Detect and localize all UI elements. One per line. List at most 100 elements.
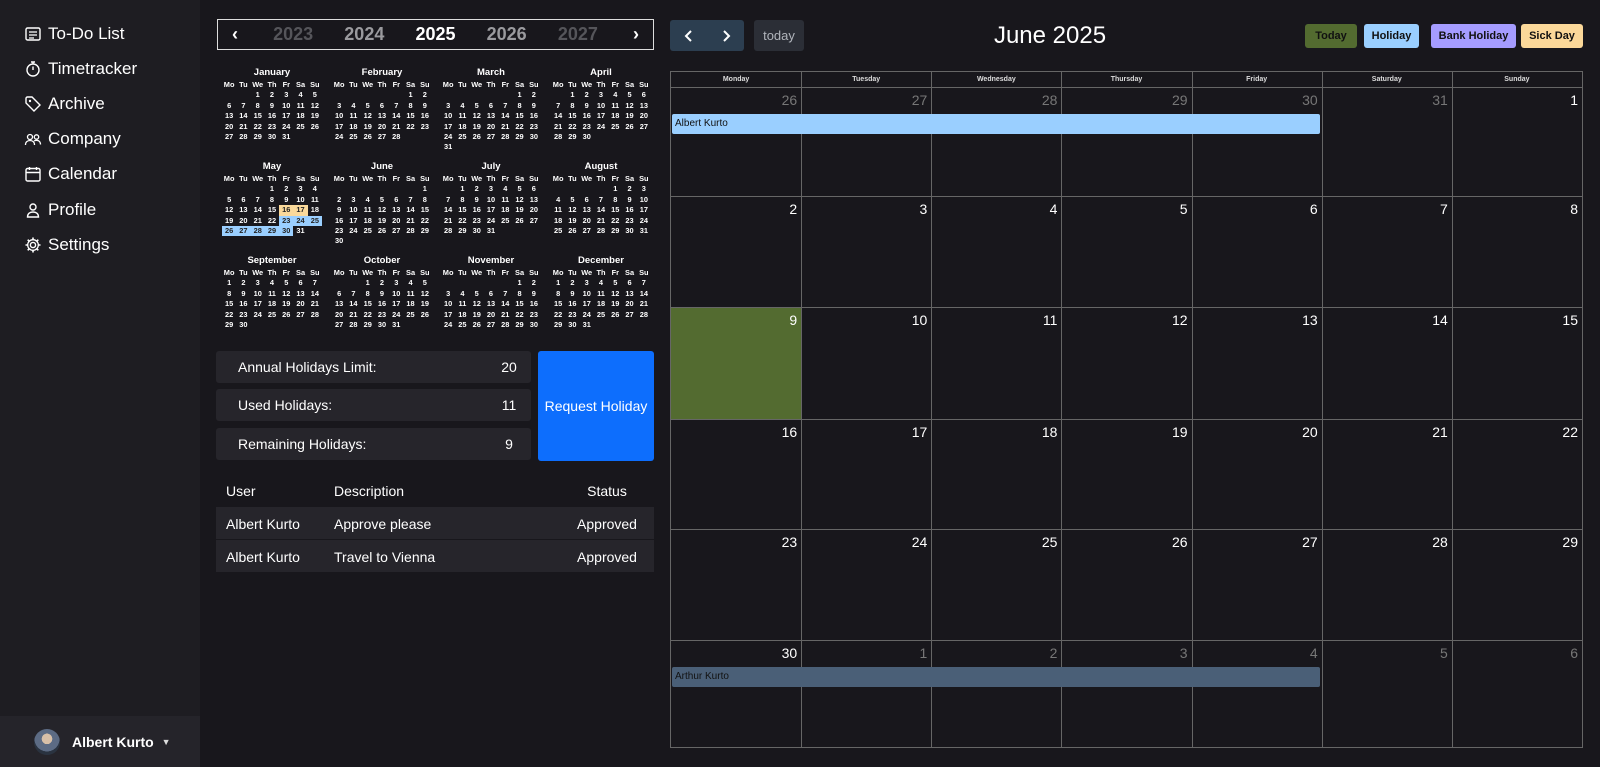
mini-day[interactable]: 29 bbox=[222, 320, 236, 330]
mini-day[interactable]: 24 bbox=[441, 320, 455, 330]
day-number[interactable]: 6 bbox=[1538, 645, 1578, 661]
mini-day[interactable]: 14 bbox=[389, 111, 403, 121]
mini-day[interactable]: 4 bbox=[455, 101, 469, 111]
mini-day[interactable]: 23 bbox=[527, 310, 541, 320]
mini-day[interactable]: 20 bbox=[236, 216, 250, 226]
mini-day[interactable]: 22 bbox=[251, 122, 265, 132]
mini-day[interactable]: 22 bbox=[403, 122, 417, 132]
mini-day[interactable]: 21 bbox=[236, 122, 250, 132]
mini-day[interactable]: 12 bbox=[375, 205, 389, 215]
mini-day[interactable]: 22 bbox=[565, 122, 579, 132]
mini-day[interactable]: 5 bbox=[470, 101, 484, 111]
day-number[interactable]: 17 bbox=[887, 424, 928, 440]
day-number[interactable]: 19 bbox=[1148, 424, 1188, 440]
mini-day[interactable]: 18 bbox=[265, 299, 279, 309]
mini-day[interactable]: 13 bbox=[389, 205, 403, 215]
mini-day[interactable]: 29 bbox=[455, 226, 469, 236]
mini-day[interactable]: 16 bbox=[375, 299, 389, 309]
mini-day[interactable]: 8 bbox=[265, 195, 279, 205]
mini-day[interactable]: 16 bbox=[265, 111, 279, 121]
user-menu[interactable]: Albert Kurto ▼ bbox=[0, 716, 200, 767]
mini-day[interactable]: 6 bbox=[527, 184, 541, 194]
day-number[interactable]: 30 bbox=[1278, 92, 1318, 108]
mini-day[interactable]: 20 bbox=[389, 216, 403, 226]
mini-day[interactable]: 11 bbox=[551, 205, 565, 215]
mini-day[interactable]: 14 bbox=[637, 289, 651, 299]
mini-day[interactable]: 24 bbox=[389, 310, 403, 320]
mini-day[interactable]: 6 bbox=[580, 195, 594, 205]
mini-day[interactable]: 17 bbox=[441, 122, 455, 132]
mini-day[interactable]: 1 bbox=[551, 278, 565, 288]
mini-day[interactable]: 3 bbox=[389, 278, 403, 288]
mini-day[interactable]: 13 bbox=[236, 205, 250, 215]
mini-day[interactable]: 11 bbox=[455, 299, 469, 309]
mini-day[interactable]: 15 bbox=[251, 111, 265, 121]
day-number[interactable]: 26 bbox=[1148, 534, 1188, 550]
day-number[interactable]: 3 bbox=[1148, 645, 1188, 661]
mini-day[interactable]: 18 bbox=[594, 299, 608, 309]
day-number[interactable]: 4 bbox=[1017, 201, 1058, 217]
mini-day[interactable]: 12 bbox=[418, 289, 432, 299]
mini-day[interactable]: 9 bbox=[332, 205, 346, 215]
sidebar-item-settings[interactable]: Settings bbox=[24, 231, 109, 259]
mini-day[interactable]: 23 bbox=[622, 216, 636, 226]
mini-day[interactable]: 28 bbox=[389, 132, 403, 142]
mini-day[interactable]: 27 bbox=[293, 310, 307, 320]
mini-day[interactable]: 3 bbox=[441, 101, 455, 111]
mini-day[interactable]: 6 bbox=[236, 195, 250, 205]
mini-day[interactable]: 18 bbox=[551, 216, 565, 226]
mini-day[interactable]: 1 bbox=[512, 90, 526, 100]
mini-day[interactable]: 10 bbox=[441, 299, 455, 309]
mini-day[interactable]: 15 bbox=[361, 299, 375, 309]
mini-day[interactable]: 2 bbox=[580, 90, 594, 100]
mini-day[interactable]: 23 bbox=[375, 310, 389, 320]
mini-day[interactable]: 14 bbox=[551, 111, 565, 121]
mini-day[interactable]: 7 bbox=[637, 278, 651, 288]
mini-day[interactable]: 5 bbox=[418, 278, 432, 288]
mini-day[interactable]: 17 bbox=[293, 205, 308, 216]
day-number[interactable]: 8 bbox=[1538, 201, 1578, 217]
mini-day[interactable]: 11 bbox=[455, 111, 469, 121]
mini-day[interactable]: 30 bbox=[265, 132, 279, 142]
day-number[interactable]: 2 bbox=[757, 201, 797, 217]
mini-day[interactable]: 22 bbox=[418, 216, 432, 226]
mini-day[interactable]: 18 bbox=[608, 111, 622, 121]
mini-day[interactable]: 28 bbox=[403, 226, 417, 236]
mini-day[interactable]: 10 bbox=[332, 111, 346, 121]
mini-day[interactable]: 1 bbox=[222, 278, 236, 288]
mini-day[interactable]: 10 bbox=[389, 289, 403, 299]
day-number[interactable]: 28 bbox=[1017, 92, 1058, 108]
mini-day[interactable]: 29 bbox=[251, 132, 265, 142]
mini-day[interactable]: 27 bbox=[527, 216, 541, 226]
mini-day[interactable]: 27 bbox=[484, 132, 498, 142]
mini-day[interactable]: 18 bbox=[293, 111, 307, 121]
mini-day[interactable]: 3 bbox=[594, 90, 608, 100]
day-number[interactable]: 13 bbox=[1278, 312, 1318, 328]
mini-day[interactable]: 8 bbox=[222, 289, 236, 299]
mini-day[interactable]: 13 bbox=[527, 195, 541, 205]
mini-day[interactable]: 16 bbox=[332, 216, 346, 226]
mini-day[interactable]: 8 bbox=[608, 195, 622, 205]
mini-day[interactable]: 5 bbox=[375, 195, 389, 205]
mini-day[interactable]: 7 bbox=[389, 101, 403, 111]
day-number[interactable]: 31 bbox=[1408, 92, 1448, 108]
mini-day[interactable]: 4 bbox=[551, 195, 565, 205]
mini-day[interactable]: 27 bbox=[622, 310, 636, 320]
mini-day[interactable]: 10 bbox=[346, 205, 360, 215]
mini-day[interactable]: 4 bbox=[608, 90, 622, 100]
mini-day[interactable]: 19 bbox=[418, 299, 432, 309]
mini-day[interactable]: 11 bbox=[361, 205, 375, 215]
mini-day[interactable]: 28 bbox=[441, 226, 455, 236]
mini-day[interactable]: 18 bbox=[403, 299, 417, 309]
mini-day[interactable]: 28 bbox=[308, 310, 322, 320]
mini-day[interactable]: 6 bbox=[332, 289, 346, 299]
mini-day[interactable]: 31 bbox=[389, 320, 403, 330]
mini-day[interactable]: 4 bbox=[403, 278, 417, 288]
mini-day[interactable]: 24 bbox=[441, 132, 455, 142]
mini-day[interactable]: 4 bbox=[594, 278, 608, 288]
mini-day[interactable]: 12 bbox=[470, 111, 484, 121]
year-prev-button[interactable]: ‹ bbox=[228, 24, 242, 45]
mini-day[interactable]: 4 bbox=[265, 278, 279, 288]
day-number[interactable]: 30 bbox=[757, 645, 798, 661]
request-holiday-button[interactable]: Request Holiday bbox=[538, 351, 654, 461]
